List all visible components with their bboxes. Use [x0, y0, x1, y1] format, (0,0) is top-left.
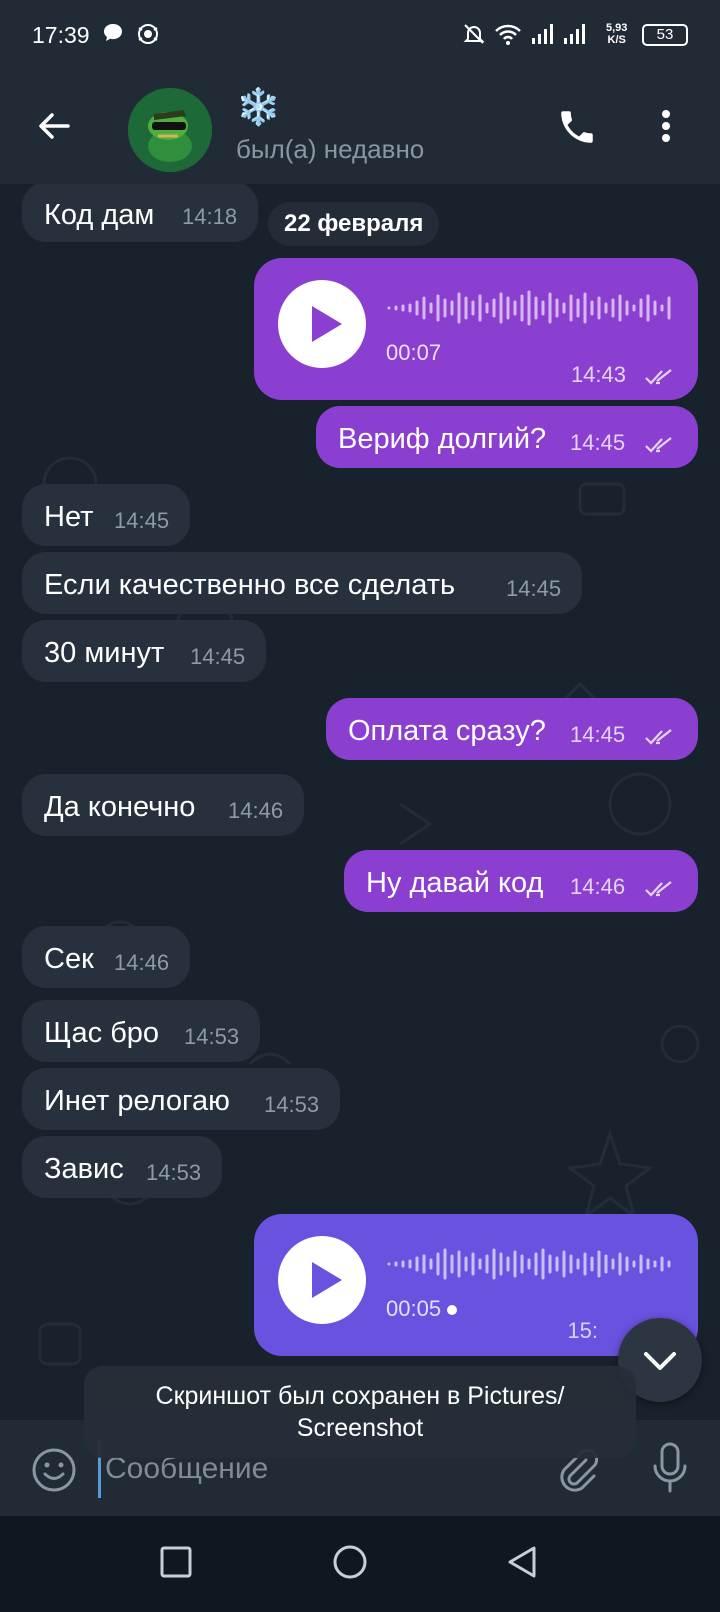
message-time: 14:45 [506, 576, 562, 601]
status-bar: 17:39 5,93 K/S 53 [0, 0, 720, 74]
wifi-icon [494, 22, 522, 51]
toast-line-1: Скриншот был сохранен в Pictures/ [155, 1382, 565, 1410]
network-speed-value: 5,93 [606, 22, 628, 34]
message-text: Вериф долгий? [338, 423, 547, 455]
battery-indicator: 53 [642, 24, 688, 46]
chat-name[interactable]: ❄️ [236, 86, 281, 128]
message-time: 14:46 [228, 798, 284, 823]
voice-duration: 00:05 [386, 1296, 458, 1322]
waveform[interactable] [386, 1244, 676, 1284]
play-button[interactable] [278, 280, 366, 368]
unplayed-dot [447, 1305, 458, 1316]
more-vertical-icon[interactable] [660, 108, 672, 149]
message-incoming[interactable]: 30 минут 14:45 [22, 620, 266, 682]
message-incoming[interactable]: Если качественно все сделать 14:45 [22, 552, 582, 614]
voice-message[interactable]: 00:07 14:43 [254, 258, 698, 400]
message-text: Да конечно [44, 791, 196, 823]
message-text: Ну давай код [366, 867, 544, 899]
play-button[interactable] [278, 1236, 366, 1324]
network-speed-unit: K/S [607, 34, 626, 46]
home-icon[interactable] [332, 1544, 368, 1585]
system-nav-bar [0, 1516, 720, 1612]
status-time: 17:39 [32, 22, 90, 48]
message-time: 14:45 [570, 430, 626, 455]
date-separator: 22 февраля [268, 202, 440, 246]
message-incoming[interactable]: Завис 14:53 [22, 1136, 222, 1198]
message-outgoing[interactable]: Вериф долгий? 14:45 [316, 406, 698, 468]
message-outgoing[interactable]: Ну давай код 14:46 [344, 850, 698, 912]
phone-icon[interactable] [556, 106, 598, 153]
chat-header: ❄️ был(а) недавно [0, 74, 720, 184]
message-time: 14:18 [182, 204, 238, 229]
avatar[interactable] [128, 88, 212, 172]
network-speed: 5,93 K/S [606, 22, 627, 46]
mute-bell-icon [462, 22, 486, 51]
read-checks-icon [645, 881, 672, 897]
toast-line-2: Screenshot [296, 1414, 424, 1442]
read-checks-icon [645, 369, 672, 385]
signal-icon-2 [562, 22, 586, 51]
message-text: Завис [44, 1153, 124, 1185]
message-text: Оплата сразу? [348, 715, 546, 747]
read-checks-icon [645, 729, 672, 745]
message-time: 14:46 [114, 950, 170, 975]
message-incoming[interactable]: Сек 14:46 [22, 926, 190, 988]
message-time: 14:53 [146, 1160, 202, 1185]
message-incoming[interactable]: Код дам 14:18 [22, 184, 258, 242]
back-triangle-icon[interactable] [504, 1544, 540, 1585]
message-time: 14:45 [190, 644, 246, 669]
play-icon [312, 1262, 342, 1298]
read-checks-icon [645, 437, 672, 453]
waveform[interactable] [386, 288, 676, 328]
voice-duration: 00:07 [386, 340, 442, 365]
message-text: 30 минут [44, 637, 165, 669]
voice-duration-value: 00:05 [386, 1296, 442, 1321]
message-time: 14:45 [114, 508, 170, 533]
message-time: 14:43 [570, 362, 626, 387]
message-time: 14:45 [570, 722, 626, 747]
recents-icon[interactable] [158, 1544, 194, 1585]
message-text: Код дам [44, 199, 155, 231]
message-text: Инет релогаю [44, 1085, 230, 1117]
message-time: 14:53 [184, 1024, 240, 1049]
bug-icon [136, 22, 160, 51]
message-text: Если качественно все сделать [44, 569, 456, 601]
message-incoming[interactable]: Инет релогаю 14:53 [22, 1068, 340, 1130]
screenshot-toast: Скриншот был сохранен в Pictures/ Screen… [84, 1366, 636, 1458]
message-text: Нет [44, 501, 94, 533]
message-incoming[interactable]: Нет 14:45 [22, 484, 190, 546]
chat-area[interactable]: Код дам 14:18 22 февраля 00:07 14:43 Вер… [0, 184, 720, 1420]
chat-status: был(а) недавно [236, 134, 425, 164]
message-text: Сек [44, 943, 94, 975]
emoji-icon[interactable] [30, 1446, 78, 1499]
play-icon [312, 306, 342, 342]
chat-bubble-icon [102, 22, 124, 49]
message-text: Щас бро [44, 1017, 160, 1049]
signal-icon [530, 22, 554, 51]
message-time: 15: [567, 1318, 598, 1343]
message-time: 14:46 [570, 874, 626, 899]
back-arrow-icon[interactable] [34, 106, 74, 151]
message-incoming[interactable]: Щас бро 14:53 [22, 1000, 260, 1062]
message-outgoing[interactable]: Оплата сразу? 14:45 [326, 698, 698, 760]
message-incoming[interactable]: Да конечно 14:46 [22, 774, 304, 836]
message-time: 14:53 [264, 1092, 320, 1117]
microphone-icon[interactable] [652, 1442, 688, 1499]
